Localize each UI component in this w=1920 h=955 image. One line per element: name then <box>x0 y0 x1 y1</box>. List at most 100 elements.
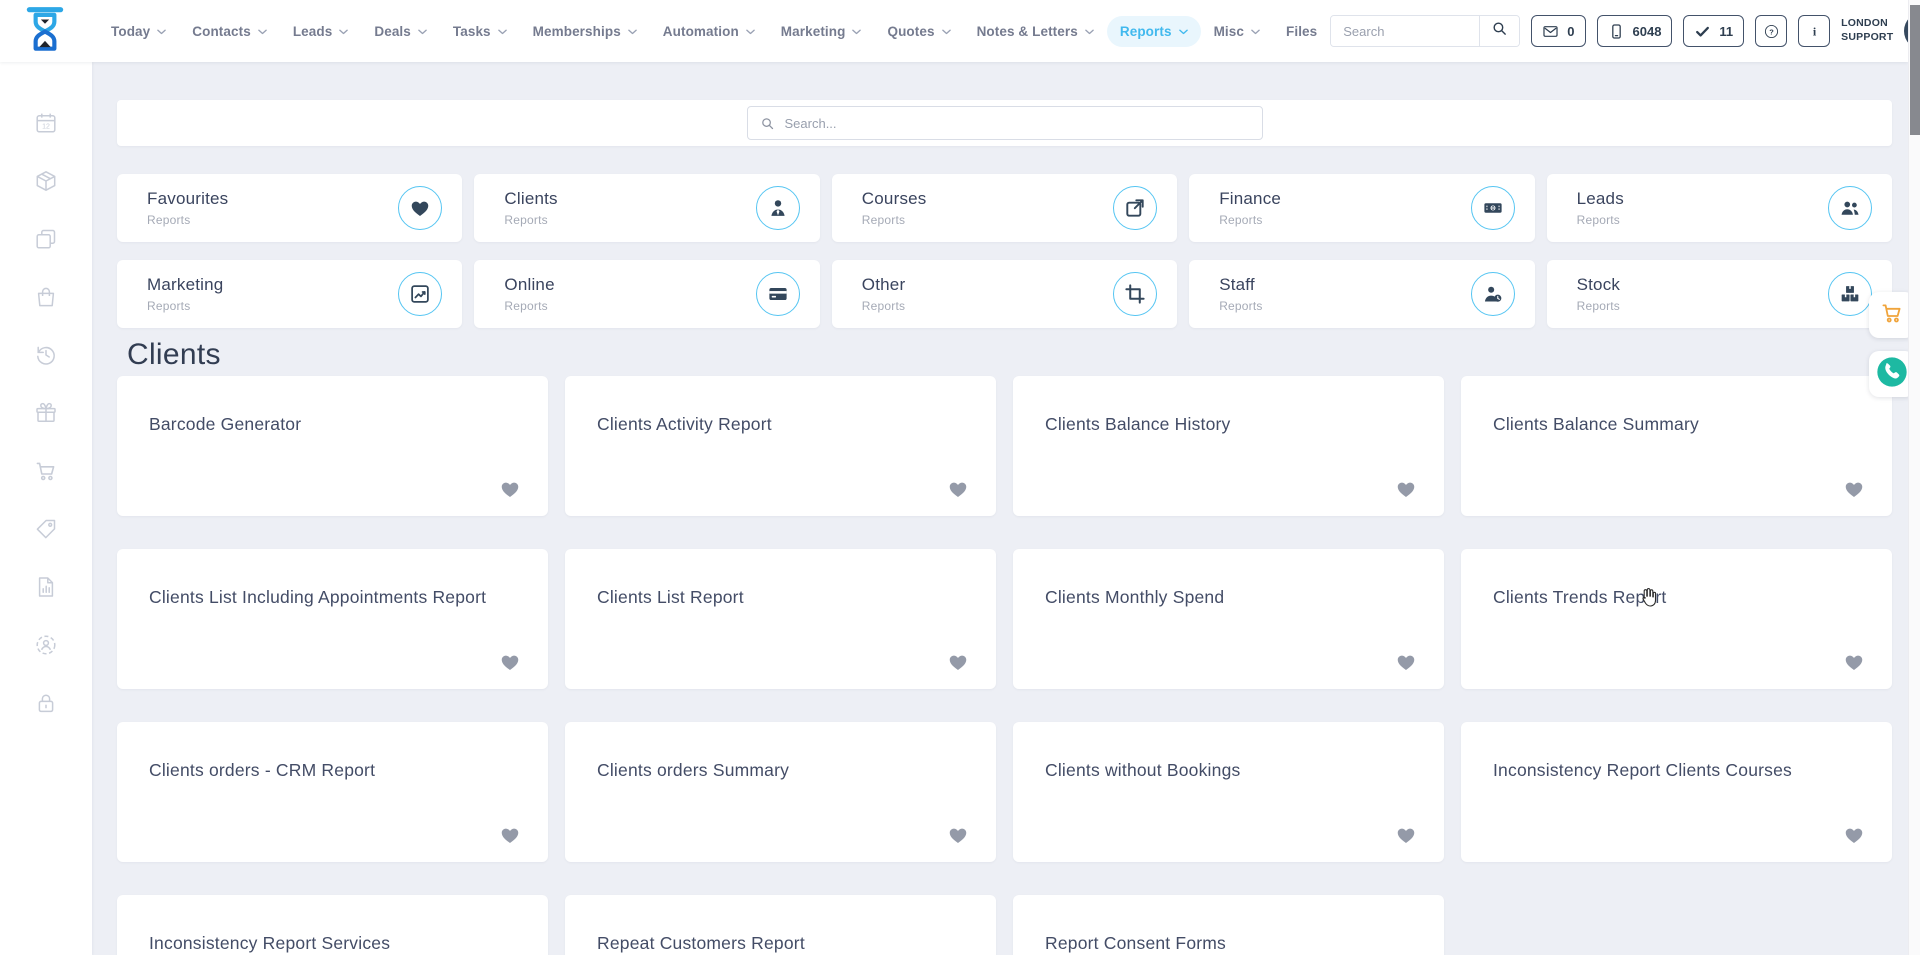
report-card-clients-balance-summary[interactable]: Clients Balance Summary <box>1461 376 1892 516</box>
nav-item-label: Misc <box>1214 24 1244 39</box>
nav-item-notes-letters[interactable]: Notes & Letters <box>964 16 1107 47</box>
chartline-icon <box>398 272 442 316</box>
category-title: Leads <box>1577 189 1624 209</box>
nav-item-files[interactable]: Files <box>1273 16 1330 47</box>
sidebar-item-tag[interactable] <box>34 517 58 541</box>
calls-button[interactable]: 6048 <box>1597 15 1673 47</box>
sidebar-item-cart[interactable] <box>34 459 58 483</box>
topbar-search <box>1330 15 1520 47</box>
favourite-heart-icon[interactable] <box>1842 478 1866 500</box>
report-title: Clients List Including Appointments Repo… <box>149 585 508 609</box>
nav-item-marketing[interactable]: Marketing <box>768 16 875 47</box>
category-subtitle: Reports <box>1577 213 1624 227</box>
favourite-heart-icon[interactable] <box>498 478 522 500</box>
favourite-heart-icon[interactable] <box>946 651 970 673</box>
category-text: FinanceReports <box>1219 189 1281 227</box>
nav-item-automation[interactable]: Automation <box>650 16 768 47</box>
user-name-line1: LONDON <box>1841 17 1893 31</box>
report-card-clients-trends-report[interactable]: Clients Trends Report <box>1461 549 1892 689</box>
help-button[interactable]: ? <box>1755 15 1787 47</box>
chevron-down-icon <box>1179 29 1188 35</box>
svg-text:0: 0 <box>1491 206 1494 212</box>
category-subtitle: Reports <box>504 299 554 313</box>
favourite-heart-icon[interactable] <box>946 824 970 846</box>
report-card-barcode-generator[interactable]: Barcode Generator <box>117 376 548 516</box>
category-title: Courses <box>862 189 927 209</box>
category-card-stock[interactable]: StockReports <box>1547 260 1892 328</box>
report-card-clients-list-including-appointments-report[interactable]: Clients List Including Appointments Repo… <box>117 549 548 689</box>
sidebar-item-bag[interactable] <box>34 285 58 309</box>
category-card-staff[interactable]: StaffReports <box>1189 260 1534 328</box>
sidebar-item-lock[interactable] <box>34 691 58 715</box>
report-card-clients-monthly-spend[interactable]: Clients Monthly Spend <box>1013 549 1444 689</box>
nav-item-quotes[interactable]: Quotes <box>874 16 963 47</box>
search-input[interactable] <box>1331 16 1479 46</box>
reports-search-input[interactable] <box>785 116 1250 131</box>
report-card-clients-orders-summary[interactable]: Clients orders Summary <box>565 722 996 862</box>
sidebar-item-gift[interactable] <box>34 401 58 425</box>
tasks-count: 11 <box>1719 24 1733 39</box>
category-card-clients[interactable]: ClientsReports <box>474 174 819 242</box>
report-card-repeat-customers-report[interactable]: Repeat Customers Report <box>565 895 996 955</box>
favourite-heart-icon[interactable] <box>1394 478 1418 500</box>
report-title: Clients Balance History <box>1045 412 1404 436</box>
sidebar-item-package[interactable] <box>34 169 58 193</box>
category-card-courses[interactable]: Courses Reports <box>832 174 1177 242</box>
nav-item-today[interactable]: Today <box>98 16 179 47</box>
sidebar-item-account[interactable] <box>34 633 58 657</box>
heart-icon <box>398 186 442 230</box>
category-card-online[interactable]: OnlineReports <box>474 260 819 328</box>
favourite-heart-icon[interactable] <box>1842 651 1866 673</box>
nav-item-misc[interactable]: Misc <box>1201 16 1273 47</box>
report-title: Clients Activity Report <box>597 412 956 436</box>
report-card-clients-orders-crm-report[interactable]: Clients orders - CRM Report <box>117 722 548 862</box>
tasks-button[interactable]: 11 <box>1683 15 1744 47</box>
nav-item-leads[interactable]: Leads <box>280 16 362 47</box>
scrollbar-thumb[interactable] <box>1910 5 1920 135</box>
category-card-finance[interactable]: FinanceReports 0 <box>1189 174 1534 242</box>
favourite-heart-icon[interactable] <box>1842 824 1866 846</box>
category-card-leads[interactable]: Leads Reports <box>1547 174 1892 242</box>
cart-icon <box>34 470 58 487</box>
report-card-clients-list-report[interactable]: Clients List Report <box>565 549 996 689</box>
report-card-clients-without-bookings[interactable]: Clients without Bookings <box>1013 722 1444 862</box>
nav-item-label: Notes & Letters <box>977 24 1078 39</box>
info-button[interactable]: i <box>1798 15 1830 47</box>
svg-text:12: 12 <box>42 124 50 131</box>
favourite-heart-icon[interactable] <box>498 824 522 846</box>
nav-item-deals[interactable]: Deals <box>361 16 440 47</box>
favourite-heart-icon[interactable] <box>946 478 970 500</box>
search-icon <box>760 116 775 131</box>
nav-item-label: Quotes <box>887 24 934 39</box>
sidebar-item-report[interactable] <box>34 575 58 599</box>
report-card-clients-activity-report[interactable]: Clients Activity Report <box>565 376 996 516</box>
category-card-favourites[interactable]: FavouritesReports <box>117 174 462 242</box>
app-logo-icon[interactable] <box>22 5 68 57</box>
category-subtitle: Reports <box>862 213 927 227</box>
category-card-marketing[interactable]: MarketingReports <box>117 260 462 328</box>
info-icon: i <box>1806 23 1823 40</box>
report-card-clients-balance-history[interactable]: Clients Balance History <box>1013 376 1444 516</box>
nav-item-reports[interactable]: Reports <box>1107 16 1201 47</box>
report-card-report-consent-forms[interactable]: Report Consent Forms <box>1013 895 1444 955</box>
sidebar-item-copy[interactable] <box>34 227 58 251</box>
category-card-other[interactable]: OtherReports <box>832 260 1177 328</box>
category-subtitle: Reports <box>1219 299 1262 313</box>
nav-item-tasks[interactable]: Tasks <box>440 16 520 47</box>
sidebar-item-calendar[interactable]: 12 <box>34 111 58 135</box>
favourite-heart-icon[interactable] <box>1394 824 1418 846</box>
chevron-down-icon <box>746 29 755 35</box>
messages-button[interactable]: 0 <box>1531 15 1585 47</box>
nav-item-contacts[interactable]: Contacts <box>179 16 280 47</box>
favourite-heart-icon[interactable] <box>1394 651 1418 673</box>
report-card-inconsistency-report-services[interactable]: Inconsistency Report Services <box>117 895 548 955</box>
user-name-line2: SUPPORT <box>1841 31 1893 45</box>
report-card-inconsistency-report-clients-courses[interactable]: Inconsistency Report Clients Courses <box>1461 722 1892 862</box>
main-content: FavouritesReportsClientsReports Courses Re… <box>92 62 1908 955</box>
favourite-heart-icon[interactable] <box>498 651 522 673</box>
category-subtitle: Reports <box>147 213 228 227</box>
sidebar-item-history[interactable] <box>34 343 58 367</box>
banknote-icon: 0 <box>1471 186 1515 230</box>
nav-item-memberships[interactable]: Memberships <box>520 16 650 47</box>
search-button[interactable] <box>1479 16 1519 46</box>
